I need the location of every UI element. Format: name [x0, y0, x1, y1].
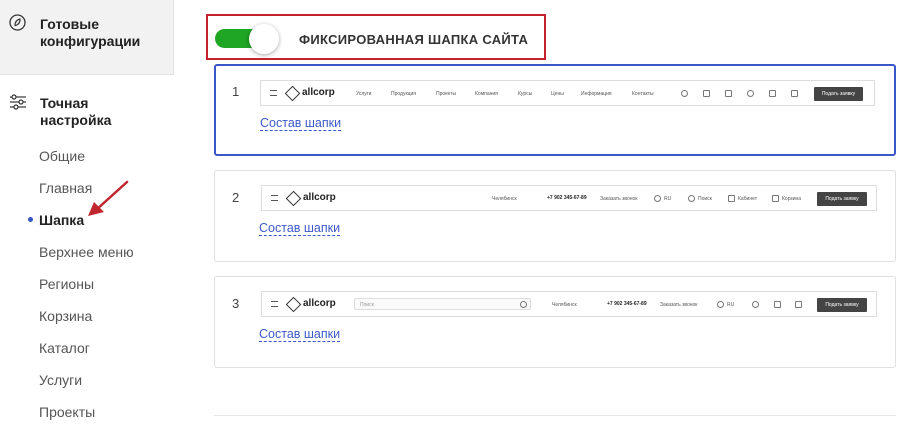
search-icon	[747, 90, 754, 97]
callback-link: Заказать звонок	[660, 302, 698, 308]
cart-icon	[772, 195, 779, 202]
phone-number: +7 902 345-67-89	[547, 195, 587, 201]
phone-icon	[725, 90, 732, 97]
active-dot	[28, 217, 33, 222]
region-selector: Челябинск	[552, 302, 577, 308]
lang-selector: RU	[727, 302, 735, 308]
sidebar: Готовые конфигурации Точная настройка Об…	[0, 0, 174, 425]
sidebar-item-cart[interactable]: Корзина	[39, 308, 92, 324]
submit-request-button: Подать заявку	[817, 298, 867, 312]
phone-number: +7 902 345-67-89	[607, 301, 647, 307]
cabinet-icon	[728, 195, 735, 202]
logo-icon	[285, 296, 302, 313]
header-option-1[interactable]: 1 allcorp Услуги Продукция Проекты Компа…	[214, 64, 896, 156]
search-icon	[520, 301, 527, 308]
sidebar-item-top-menu[interactable]: Верхнее меню	[39, 244, 134, 260]
fixed-header-label: ФИКСИРОВАННАЯ ШАПКА САЙТА	[299, 32, 529, 47]
header-option-3[interactable]: 3 allcorp Поиск Челябинск +7 902 345-67-…	[214, 276, 896, 368]
option-number: 1	[232, 84, 240, 99]
burger-icon	[270, 90, 277, 96]
sliders-icon	[10, 94, 26, 110]
sidebar-item-catalog[interactable]: Каталог	[39, 340, 90, 356]
logo-text: allcorp	[302, 87, 335, 98]
sidebar-item-header[interactable]: Шапка	[39, 212, 84, 228]
user-icon	[774, 301, 781, 308]
logo-icon	[285, 190, 302, 207]
sidebar-item-regions[interactable]: Регионы	[39, 276, 94, 292]
burger-icon	[271, 301, 278, 307]
cart-icon	[791, 90, 798, 97]
globe-icon	[681, 90, 688, 97]
sidebar-item-projects[interactable]: Проекты	[39, 404, 95, 420]
cart-icon	[795, 301, 802, 308]
menu-item: Курсы	[518, 91, 533, 97]
logo-icon	[284, 85, 301, 102]
annotation-arrow-icon	[88, 180, 129, 216]
search-icon	[752, 301, 759, 308]
header-preview-1: allcorp Услуги Продукция Проекты Компани…	[260, 80, 875, 106]
fine-tuning-title: Точная настройка	[40, 95, 112, 128]
menu-item: Продукция	[391, 91, 417, 97]
lang-selector: RU	[664, 196, 672, 202]
sidebar-item-general[interactable]: Общие	[39, 148, 85, 164]
region-selector: Челябинск	[492, 196, 517, 202]
fixed-header-toggle[interactable]	[215, 24, 279, 54]
logo-text: allcorp	[303, 192, 336, 203]
burger-icon	[271, 195, 278, 201]
configs-icon	[9, 14, 26, 31]
ready-configs-title[interactable]: Готовые конфигурации	[40, 16, 173, 50]
callback-link: Заказать звонок	[600, 196, 638, 202]
fixed-header-toggle-box: ФИКСИРОВАННАЯ ШАПКА САЙТА	[206, 14, 546, 60]
header-composition-link[interactable]: Состав шапки	[259, 221, 341, 236]
divider	[214, 415, 896, 416]
header-option-2[interactable]: 2 allcorp Челябинск +7 902 345-67-89 Зак…	[214, 170, 896, 262]
cart-label: Корзина	[782, 196, 802, 202]
ready-configs-section[interactable]: Готовые конфигурации	[0, 0, 174, 75]
option-number: 2	[232, 190, 240, 205]
option-number: 3	[232, 296, 240, 311]
toggle-knob	[249, 24, 279, 54]
header-composition-link[interactable]: Состав шапки	[260, 116, 342, 131]
menu-item: Проекты	[436, 91, 457, 97]
cabinet-label: Кабинет	[738, 196, 758, 202]
submit-request-button: Подать заявку	[817, 192, 867, 206]
menu-item: Услуги	[356, 91, 372, 97]
sidebar-item-services[interactable]: Услуги	[39, 372, 82, 388]
header-preview-3: allcorp Поиск Челябинск +7 902 345-67-89…	[261, 291, 877, 317]
search-field-preview: Поиск	[354, 298, 531, 310]
menu-item: Информация	[581, 91, 612, 97]
search-icon	[688, 195, 695, 202]
telegram-icon	[703, 90, 710, 97]
submit-request-button: Подать заявку	[814, 87, 863, 101]
globe-icon	[654, 195, 661, 202]
search-placeholder: Поиск	[360, 302, 374, 308]
logo-text: allcorp	[303, 298, 336, 309]
header-preview-2: allcorp Челябинск +7 902 345-67-89 Заказ…	[261, 185, 877, 211]
menu-item: Компания	[475, 91, 498, 97]
globe-icon	[717, 301, 724, 308]
user-icon	[769, 90, 776, 97]
search-label: Поиск	[698, 196, 712, 202]
menu-item: Контакты	[632, 91, 654, 97]
header-composition-link[interactable]: Состав шапки	[259, 327, 341, 342]
menu-item: Цены	[551, 91, 564, 97]
